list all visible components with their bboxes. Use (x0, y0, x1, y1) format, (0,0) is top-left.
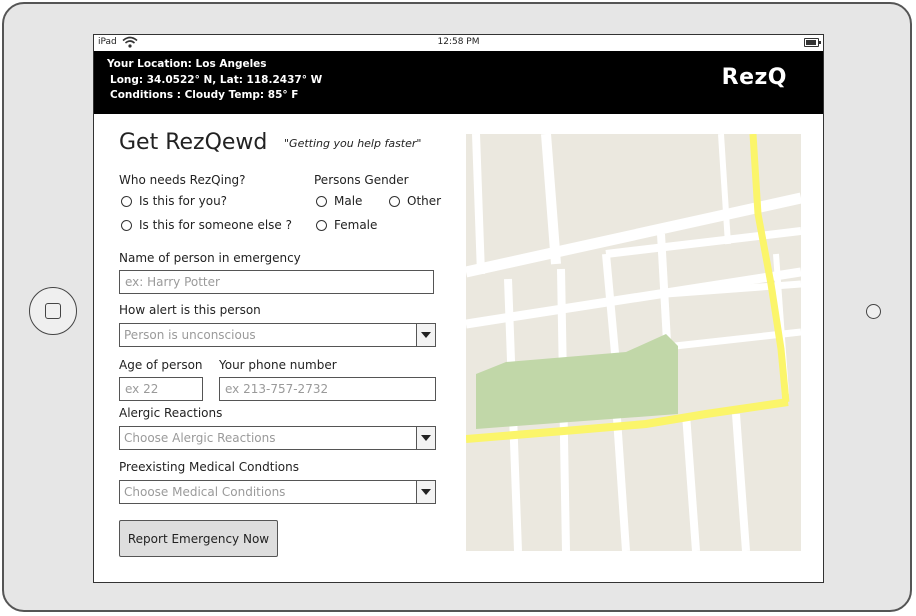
location-city: Your Location: Los Angeles (107, 58, 267, 70)
weather-conditions: Conditions : Cloudy Temp: 85° F (110, 89, 299, 101)
alert-label: How alert is this person (119, 303, 261, 317)
radio-for-you[interactable]: Is this for you? (121, 194, 227, 208)
alert-select-value: Person is unconscious (124, 328, 256, 342)
conditions-select-value: Choose Medical Conditions (124, 485, 286, 499)
radio-circle-icon[interactable] (389, 195, 400, 207)
radio-female[interactable]: Female (316, 218, 377, 232)
radio-circle-icon[interactable] (121, 195, 132, 207)
allergy-select-value: Choose Alergic Reactions (124, 431, 276, 445)
radio-circle-icon[interactable] (121, 219, 132, 231)
radio-other[interactable]: Other (389, 194, 441, 208)
status-time: 12:58 PM (437, 37, 480, 47)
location-info: Your Location: Los Angeles Long: 34.0522… (107, 57, 322, 104)
allergy-select[interactable]: Choose Alergic Reactions (119, 426, 436, 450)
radio-circle-icon[interactable] (316, 195, 327, 207)
radio-for-you-label: Is this for you? (139, 194, 228, 208)
chevron-down-icon[interactable] (416, 481, 435, 503)
conditions-select[interactable]: Choose Medical Conditions (119, 480, 436, 504)
radio-for-someone-else[interactable]: Is this for someone else ? (121, 218, 292, 232)
battery-icon (804, 38, 821, 47)
chevron-down-icon[interactable] (416, 324, 435, 346)
home-button-square-icon (45, 303, 61, 319)
report-emergency-button[interactable]: Report Emergency Now (119, 520, 278, 557)
brand-logo: RezQ (721, 65, 787, 90)
name-label: Name of person in emergency (119, 251, 301, 265)
location-header: Your Location: Los Angeles Long: 34.0522… (94, 51, 823, 114)
allergy-label: Alergic Reactions (119, 406, 223, 420)
map-icon[interactable] (466, 134, 801, 551)
home-button[interactable] (29, 287, 77, 335)
alert-select[interactable]: Person is unconscious (119, 323, 436, 347)
screen: iPad 12:58 PM Your Location: Los Angeles… (93, 34, 824, 583)
map-view[interactable] (466, 134, 801, 551)
conditions-label: Preexisting Medical Condtions (119, 460, 299, 474)
who-needs-label: Who needs RezQing? (119, 173, 246, 187)
page-title: Get RezQewd (119, 130, 268, 155)
radio-male-label: Male (334, 194, 363, 208)
page-tagline: "Getting you help faster" (284, 137, 422, 150)
age-input[interactable]: ex 22 (119, 377, 203, 401)
age-label: Age of person (119, 358, 203, 372)
phone-label: Your phone number (219, 358, 337, 372)
radio-other-label: Other (407, 194, 442, 208)
chevron-down-icon[interactable] (416, 427, 435, 449)
radio-for-someone-else-label: Is this for someone else ? (139, 218, 292, 232)
location-coordinates: Long: 34.0522° N, Lat: 118.2437° W (110, 73, 323, 86)
name-input[interactable]: ex: Harry Potter (119, 270, 434, 294)
radio-female-label: Female (334, 218, 378, 232)
phone-input[interactable]: ex 213-757-2732 (219, 377, 436, 401)
status-bar: iPad 12:58 PM (94, 35, 823, 51)
gender-label: Persons Gender (314, 173, 409, 187)
main-content: Get RezQewd "Getting you help faster" Wh… (94, 114, 823, 582)
radio-circle-icon[interactable] (316, 219, 327, 231)
radio-male[interactable]: Male (316, 194, 362, 208)
camera-icon (866, 304, 881, 319)
